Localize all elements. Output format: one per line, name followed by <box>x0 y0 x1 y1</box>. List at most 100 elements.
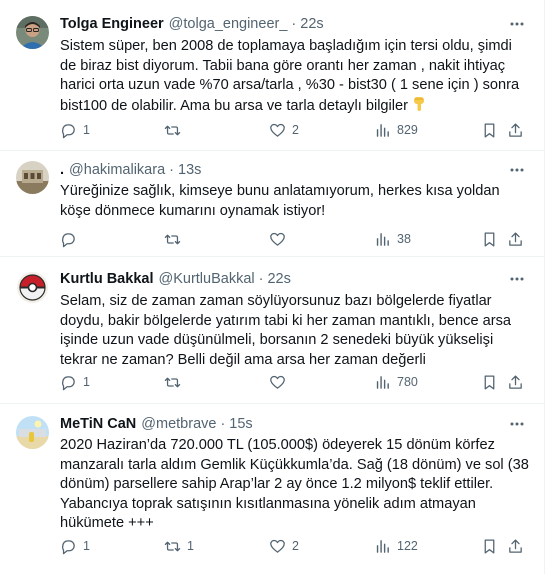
views-button[interactable]: 829 <box>374 119 418 141</box>
avatar[interactable] <box>16 271 49 304</box>
user-handle[interactable]: @hakimalikara <box>69 162 165 178</box>
bookmark-button[interactable] <box>481 371 498 393</box>
display-name[interactable]: MeTiN CaN <box>60 416 136 432</box>
retweet-count: 1 <box>187 539 194 553</box>
bookmark-icon <box>484 538 495 554</box>
like-button[interactable]: 2 <box>269 119 299 141</box>
separator-dot: · <box>169 162 174 178</box>
reply-icon <box>62 123 75 138</box>
avatar[interactable] <box>16 16 49 49</box>
tweet-header: Kurtlu Bakkal @KurtluBakkal · 22s <box>60 269 531 289</box>
tweet-text: 2020 Haziran’da 720.000 TL (105.000$) öd… <box>60 437 529 532</box>
reply-count: 1 <box>83 123 90 137</box>
more-horizontal-icon[interactable] <box>507 14 527 34</box>
share-icon <box>509 231 522 246</box>
bookmark-button[interactable] <box>481 119 498 141</box>
tweet-header: . @hakimalikara · 13s <box>60 160 531 180</box>
reply-count: 1 <box>83 375 90 389</box>
views-chart-icon <box>376 375 389 389</box>
tweet-text: Yüreğinize sağlık, kimseye bunu anlatamı… <box>60 183 500 219</box>
reply-button[interactable]: 1 <box>60 371 90 393</box>
share-icon <box>509 374 522 389</box>
display-name[interactable]: Tolga Engineer <box>60 16 164 32</box>
timestamp[interactable]: 22s <box>267 271 290 287</box>
views-chart-icon <box>376 232 389 246</box>
share-button[interactable] <box>507 535 524 557</box>
heart-icon <box>270 375 285 389</box>
views-chart-icon <box>376 539 389 553</box>
views-button[interactable]: 38 <box>374 228 411 250</box>
tweet-header: Tolga Engineer @tolga_engineer_ · 22s <box>60 14 531 34</box>
views-count: 122 <box>397 539 418 553</box>
timestamp[interactable]: 15s <box>229 416 252 432</box>
like-button[interactable] <box>269 228 292 250</box>
tweet-text-container: Sistem süper, ben 2008 de toplamaya başl… <box>60 37 529 118</box>
bookmark-button[interactable] <box>481 535 498 557</box>
retweet-icon <box>164 377 181 387</box>
retweet-icon <box>164 234 181 244</box>
reply-button[interactable]: 1 <box>60 119 90 141</box>
tweet[interactable]: Tolga Engineer @tolga_engineer_ · 22s Si… <box>0 0 545 151</box>
more-horizontal-icon[interactable] <box>507 414 527 434</box>
like-button[interactable] <box>269 371 292 393</box>
views-chart-icon <box>376 123 389 137</box>
views-count: 829 <box>397 123 418 137</box>
avatar[interactable] <box>16 416 49 449</box>
heart-icon <box>270 232 285 246</box>
share-icon <box>509 122 522 137</box>
user-handle[interactable]: @KurtluBakkal <box>158 271 254 287</box>
like-count: 2 <box>292 539 299 553</box>
tweet-text: Selam, siz de zaman zaman söylüyorsunuz … <box>60 293 512 368</box>
timestamp[interactable]: 13s <box>178 162 201 178</box>
share-button[interactable] <box>507 228 524 250</box>
tweet-actions: 1 1 2 122 <box>56 535 534 557</box>
views-button[interactable]: 122 <box>374 535 418 557</box>
tweet[interactable]: MeTiN CaN @metbrave · 15s 2020 Haziran’d… <box>0 404 545 574</box>
tweet-actions: 1 2 829 <box>56 119 534 141</box>
tweet-header: MeTiN CaN @metbrave · 15s <box>60 414 531 434</box>
reply-button[interactable] <box>60 228 83 250</box>
reply-icon <box>62 375 75 390</box>
like-count: 2 <box>292 123 299 137</box>
more-horizontal-icon[interactable] <box>507 160 527 180</box>
bookmark-icon <box>484 374 495 390</box>
tweet-actions: 38 <box>56 228 534 250</box>
more-horizontal-icon[interactable] <box>507 269 527 289</box>
separator-dot: · <box>291 16 297 32</box>
separator-dot: · <box>220 416 226 432</box>
timestamp[interactable]: 22s <box>300 16 323 32</box>
tweet-text: Sistem süper, ben 2008 de toplamaya başl… <box>60 38 520 114</box>
retweet-icon <box>164 125 181 135</box>
user-handle[interactable]: @tolga_engineer_ <box>169 16 288 32</box>
like-button[interactable]: 2 <box>269 535 299 557</box>
share-button[interactable] <box>507 119 524 141</box>
tweet[interactable]: . @hakimalikara · 13s Yüreğinize sağlık,… <box>0 151 545 257</box>
user-handle[interactable]: @metbrave <box>141 416 216 432</box>
tweet[interactable]: Kurtlu Bakkal @KurtluBakkal · 22s Selam,… <box>0 257 545 404</box>
reply-count: 1 <box>83 539 90 553</box>
retweet-button[interactable]: 1 <box>164 535 194 557</box>
tweet-actions: 1 780 <box>56 371 534 393</box>
bookmark-icon <box>484 231 495 247</box>
views-count: 780 <box>397 375 418 389</box>
share-icon <box>509 538 522 553</box>
reply-button[interactable]: 1 <box>60 535 90 557</box>
retweet-icon <box>164 541 181 551</box>
display-name[interactable]: . <box>60 162 64 178</box>
reply-icon <box>62 539 75 554</box>
heart-icon <box>270 123 285 137</box>
share-button[interactable] <box>507 371 524 393</box>
views-button[interactable]: 780 <box>374 371 418 393</box>
timeline-feed: Tolga Engineer @tolga_engineer_ · 22s Si… <box>0 0 545 574</box>
views-count: 38 <box>397 232 411 246</box>
heart-icon <box>270 539 285 553</box>
retweet-button[interactable] <box>164 119 187 141</box>
display-name[interactable]: Kurtlu Bakkal <box>60 271 153 287</box>
separator-dot: · <box>258 271 264 287</box>
retweet-button[interactable] <box>164 371 187 393</box>
retweet-button[interactable] <box>164 228 187 250</box>
reply-icon <box>62 232 75 247</box>
avatar[interactable] <box>16 161 49 194</box>
bookmark-button[interactable] <box>481 228 498 250</box>
pointing-down-emoji <box>412 96 426 119</box>
